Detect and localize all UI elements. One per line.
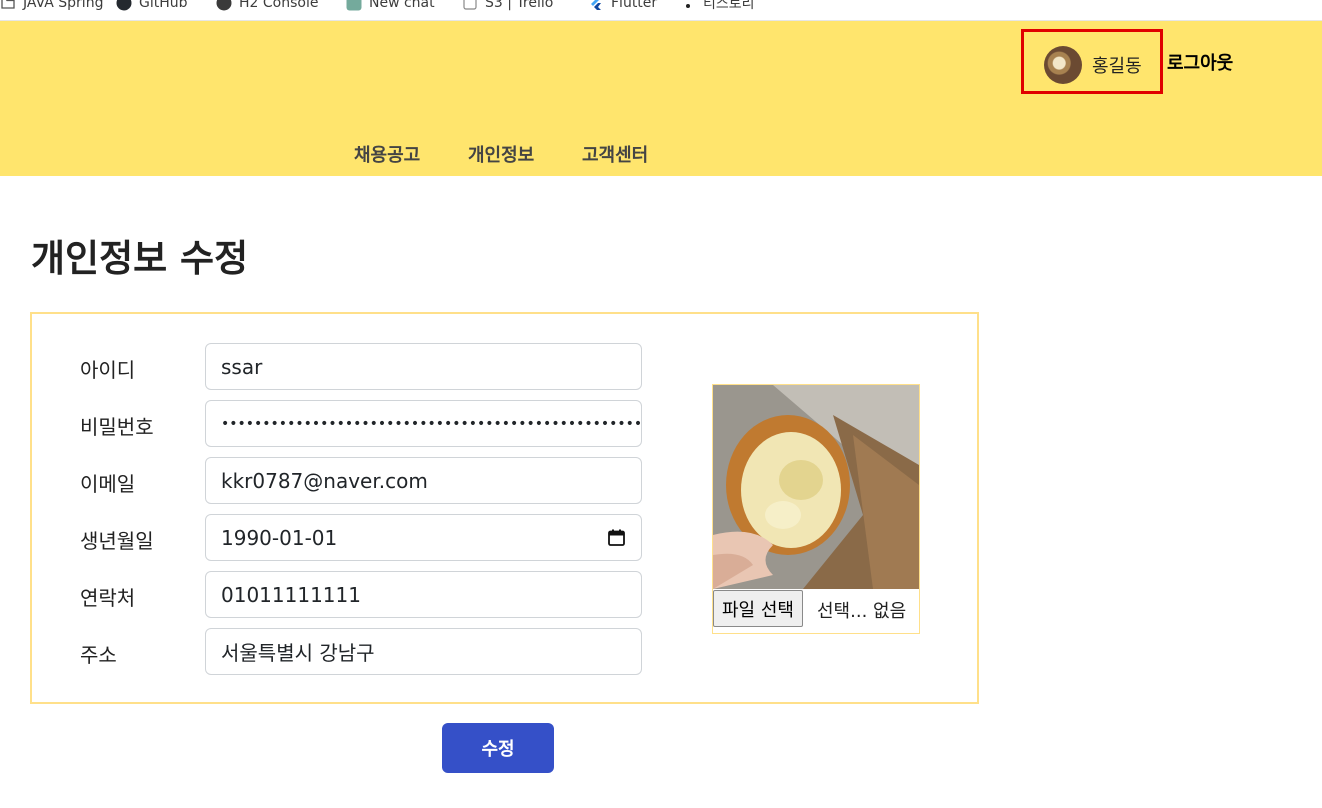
bookmark-trello[interactable]: S3 | Trello (462, 0, 553, 13)
flutter-icon (588, 0, 604, 11)
user-profile-highlight[interactable]: 홍길동 (1021, 29, 1163, 94)
bookmark-label: 티스토리 (703, 0, 755, 12)
avatar[interactable] (1044, 46, 1082, 84)
field-label-birthdate: 생년월일 (80, 529, 154, 553)
folder-icon (0, 0, 16, 11)
bookmark-label: New chat (369, 0, 435, 11)
bookmark-label: JAVA Spring (23, 0, 104, 11)
file-select-button[interactable]: 파일 선택 (713, 590, 803, 627)
bookmark-label: H2 Console (239, 0, 319, 11)
field-label-address: 주소 (80, 643, 117, 667)
field-label-email: 이메일 (80, 472, 136, 496)
tistory-icon (680, 0, 696, 11)
bookmark-h2-console[interactable]: H2 Console (216, 0, 318, 13)
birthdate-field[interactable]: 1990-01-01 (205, 514, 642, 561)
profile-photo-upload: 파일 선택 선택... 없음 (712, 384, 920, 634)
bookmark-label: S3 | Trello (485, 0, 554, 11)
site-header: 홍길동 로그아웃 채용공고 개인정보 고객센터 (0, 21, 1322, 176)
calendar-icon[interactable] (608, 529, 625, 546)
field-label-id: 아이디 (80, 358, 136, 382)
bookmark-label: GitHub (139, 0, 188, 11)
trello-icon (462, 0, 478, 11)
field-label-password: 비밀번호 (80, 415, 154, 439)
bookmark-github[interactable]: GitHub (116, 0, 188, 13)
h2-icon (216, 0, 232, 11)
bookmark-label: Flutter (611, 0, 658, 11)
password-field[interactable]: ••••••••••••••••••••••••••••••••••••••••… (205, 400, 642, 447)
chatgpt-icon (346, 0, 362, 11)
profile-edit-form: 아이디 ssar 비밀번호 ••••••••••••••••••••••••••… (30, 312, 979, 704)
nav-support[interactable]: 고객센터 (582, 141, 648, 167)
address-field[interactable]: 서울특별시 강남구 (205, 628, 642, 675)
birthdate-value: 1990-01-01 (221, 525, 338, 550)
logout-link[interactable]: 로그아웃 (1167, 49, 1233, 75)
user-name[interactable]: 홍길동 (1092, 52, 1142, 78)
github-icon (116, 0, 132, 11)
email-field[interactable]: kkr0787@naver.com (205, 457, 642, 504)
bookmark-new-chat[interactable]: New chat (346, 0, 435, 13)
nav-jobs[interactable]: 채용공고 (354, 141, 420, 167)
field-label-phone: 연락처 (80, 586, 136, 610)
bookmark-java-spring[interactable]: JAVA Spring (0, 0, 103, 13)
profile-photo (713, 385, 919, 589)
file-status-text: 선택... 없음 (817, 601, 907, 622)
id-field[interactable]: ssar (205, 343, 642, 390)
phone-field[interactable]: 01011111111 (205, 571, 642, 618)
bookmarks-bar: JAVA Spring GitHub H2 Console New chat S… (0, 0, 1322, 21)
bookmark-tistory[interactable]: 티스토리 (680, 0, 755, 13)
page-title: 개인정보 수정 (31, 237, 249, 280)
submit-button[interactable]: 수정 (442, 723, 554, 773)
nav-profile[interactable]: 개인정보 (468, 141, 534, 167)
bookmark-flutter[interactable]: Flutter (588, 0, 657, 13)
